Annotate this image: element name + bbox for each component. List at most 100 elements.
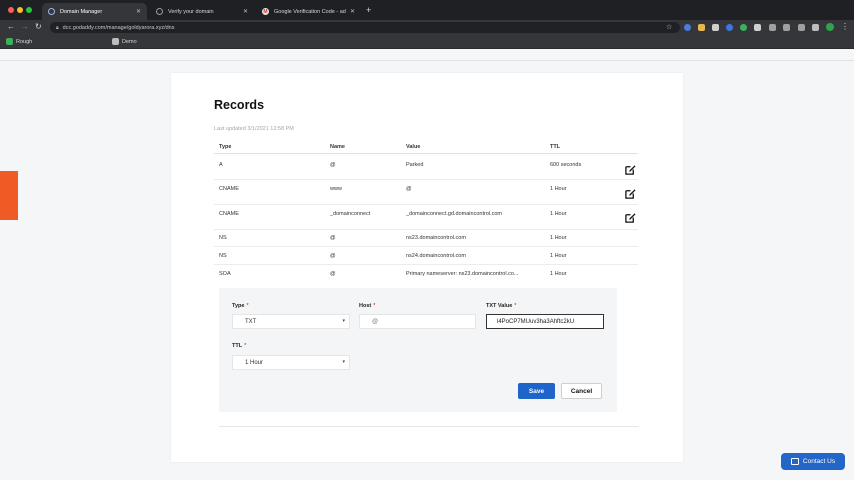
ttl-label-text: TTL bbox=[232, 343, 243, 349]
type-select[interactable]: TXT ▾ bbox=[232, 314, 350, 329]
forward-icon[interactable]: → bbox=[21, 22, 29, 31]
close-tab-icon[interactable]: ✕ bbox=[136, 8, 141, 15]
reload-icon[interactable]: ↻ bbox=[35, 22, 42, 31]
record-value: ns24.domaincontrol.com bbox=[406, 253, 466, 259]
host-input-value: @ bbox=[372, 318, 379, 325]
record-ttl: 1 Hour bbox=[550, 253, 567, 259]
record-value: _domainconnect.gd.domaincontrol.com bbox=[406, 211, 503, 217]
tab-strip: Domain Manager ✕ Verify your domain ✕ M … bbox=[0, 0, 854, 20]
record-type: NS bbox=[219, 253, 227, 259]
ttl-select-value: 1 Hour bbox=[245, 359, 264, 366]
record-type: A bbox=[219, 162, 223, 168]
header-divider-line bbox=[214, 153, 638, 154]
extension-icon[interactable] bbox=[769, 24, 776, 31]
bookmark-star-icon[interactable]: ☆ bbox=[666, 23, 672, 31]
last-updated-text: Last updated 3/1/2021 12:58 PM bbox=[214, 126, 294, 132]
record-value: @ bbox=[406, 186, 412, 192]
extension-icon[interactable] bbox=[698, 24, 705, 31]
required-mark: * bbox=[373, 303, 376, 309]
chevron-down-icon: ▾ bbox=[342, 359, 345, 365]
record-type: CNAME bbox=[219, 211, 239, 217]
profile-avatar[interactable] bbox=[826, 23, 834, 31]
extension-icon[interactable] bbox=[726, 24, 733, 31]
feedback-side-tab[interactable] bbox=[0, 171, 18, 220]
extension-icon[interactable] bbox=[740, 24, 747, 31]
edit-icon[interactable] bbox=[625, 188, 636, 199]
extension-icon[interactable] bbox=[684, 24, 691, 31]
address-bar[interactable]: 🔒︎ dcc.godaddy.com/manage/goldyarora.xyz… bbox=[50, 22, 680, 33]
form-bottom-divider bbox=[219, 426, 639, 427]
header-divider bbox=[0, 60, 854, 61]
row-divider bbox=[214, 246, 638, 247]
url-text: dcc.godaddy.com/manage/goldyarora.xyz/dn… bbox=[62, 24, 175, 31]
zoom-window-button[interactable] bbox=[26, 7, 32, 13]
page-title: Records bbox=[214, 98, 265, 112]
bookmark-rough[interactable]: Rough bbox=[6, 38, 32, 45]
bookmark-label: Rough bbox=[16, 38, 33, 45]
extension-icon[interactable] bbox=[712, 24, 719, 31]
host-label: Host * bbox=[359, 303, 375, 309]
host-input[interactable]: @ bbox=[359, 314, 476, 329]
record-name: @ bbox=[330, 162, 336, 168]
extension-icon[interactable] bbox=[798, 24, 805, 31]
required-mark: * bbox=[244, 343, 247, 349]
txt-value-input-value: l4PoCP7MUuv3ha3Ahftc2kU bbox=[497, 318, 575, 325]
required-mark: * bbox=[514, 303, 517, 309]
record-ttl: 1 Hour bbox=[550, 235, 567, 241]
ttl-select[interactable]: 1 Hour ▾ bbox=[232, 355, 350, 370]
record-name: @ bbox=[330, 235, 336, 241]
host-label-text: Host bbox=[359, 303, 372, 309]
close-tab-icon[interactable]: ✕ bbox=[350, 8, 355, 15]
column-header-ttl: TTL bbox=[550, 144, 561, 150]
chat-icon bbox=[790, 458, 799, 465]
txt-value-input[interactable]: l4PoCP7MUuv3ha3Ahftc2kU bbox=[486, 314, 604, 329]
column-header-name: Name bbox=[330, 144, 345, 150]
type-label-text: Type bbox=[232, 303, 245, 309]
type-label: Type * bbox=[232, 303, 249, 309]
back-icon[interactable]: ← bbox=[7, 22, 15, 31]
required-mark: * bbox=[246, 303, 249, 309]
gmail-icon: M bbox=[262, 8, 269, 15]
txt-value-label: TXT Value * bbox=[486, 303, 516, 309]
globe-icon bbox=[156, 8, 163, 15]
contact-us-label: Contact Us bbox=[802, 458, 836, 465]
record-ttl: 1 Hour bbox=[550, 211, 567, 217]
close-window-button[interactable] bbox=[8, 7, 14, 13]
close-tab-icon[interactable]: ✕ bbox=[243, 8, 248, 15]
tab-verify-domain[interactable]: Verify your domain ✕ bbox=[150, 3, 254, 20]
record-value: Parked bbox=[406, 162, 424, 168]
extension-icon[interactable] bbox=[783, 24, 790, 31]
extension-icon[interactable] bbox=[754, 24, 761, 31]
browser-chrome: Domain Manager ✕ Verify your domain ✕ M … bbox=[0, 0, 854, 49]
minimize-window-button[interactable] bbox=[17, 7, 23, 13]
record-type: NS bbox=[219, 235, 227, 241]
bookmark-label: Demo bbox=[122, 38, 137, 45]
menu-kebab-icon[interactable]: ⋮ bbox=[841, 22, 849, 31]
tab-label: Google Verification Code - adm bbox=[274, 8, 346, 15]
bookmarks-bar: Rough Demo bbox=[0, 35, 854, 49]
tab-google-verification[interactable]: M Google Verification Code - adm ✕ bbox=[256, 3, 361, 20]
record-type: CNAME bbox=[219, 186, 239, 192]
type-select-value: TXT bbox=[245, 318, 257, 325]
bookmark-icon bbox=[6, 38, 13, 45]
globe-icon bbox=[48, 8, 55, 15]
tab-domain-manager[interactable]: Domain Manager ✕ bbox=[42, 3, 147, 20]
tab-label: Domain Manager bbox=[60, 8, 103, 15]
row-divider bbox=[214, 229, 638, 230]
chevron-down-icon: ▾ bbox=[342, 318, 345, 324]
edit-icon[interactable] bbox=[625, 212, 636, 223]
record-ttl: 600 seconds bbox=[550, 162, 582, 168]
new-tab-button[interactable]: + bbox=[366, 5, 371, 15]
bookmark-demo[interactable]: Demo bbox=[112, 38, 137, 45]
record-value: ns23.domaincontrol.com bbox=[406, 235, 466, 241]
record-value: Primary nameserver: ns23.domaincontrol.c… bbox=[406, 271, 519, 277]
contact-us-button[interactable]: Contact Us bbox=[781, 453, 845, 470]
save-button[interactable]: Save bbox=[518, 383, 555, 399]
txt-value-label-text: TXT Value bbox=[486, 303, 513, 309]
row-divider bbox=[214, 264, 638, 265]
record-name: www bbox=[330, 186, 342, 192]
cancel-button[interactable]: Cancel bbox=[561, 383, 602, 399]
edit-icon[interactable] bbox=[625, 164, 636, 175]
extensions-puzzle-icon[interactable] bbox=[812, 24, 819, 31]
column-header-type: Type bbox=[219, 144, 232, 150]
